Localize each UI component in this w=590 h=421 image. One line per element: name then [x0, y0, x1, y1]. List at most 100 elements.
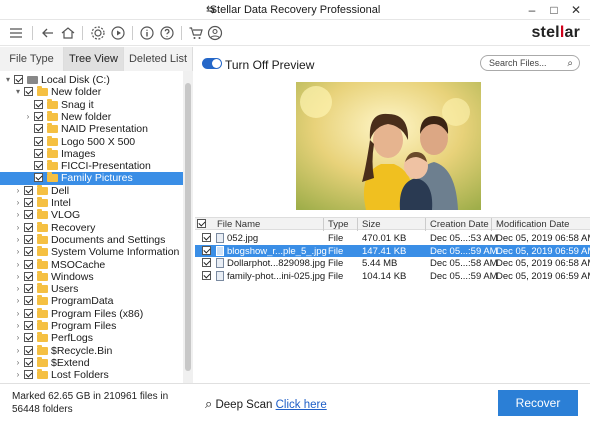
- info-icon[interactable]: [139, 25, 155, 41]
- expand-arrow-icon[interactable]: ›: [14, 332, 22, 344]
- tab-tree-view[interactable]: Tree View: [64, 47, 124, 71]
- tree-item[interactable]: Images: [0, 147, 183, 160]
- tree-item[interactable]: › New folder: [0, 110, 183, 123]
- expand-arrow-icon[interactable]: ›: [14, 308, 22, 320]
- home-icon[interactable]: [60, 25, 76, 41]
- minimize-button[interactable]: –: [522, 2, 542, 18]
- expand-arrow-icon[interactable]: ›: [14, 222, 22, 234]
- recover-button[interactable]: Recover: [498, 390, 578, 416]
- collapse-arrow-icon[interactable]: ▾: [4, 74, 12, 86]
- expand-arrow-icon[interactable]: ›: [14, 185, 22, 197]
- tree-item-checkbox[interactable]: [24, 198, 33, 207]
- file-row[interactable]: family-phot...ini-025.jpg File 104.14 KB De…: [195, 270, 590, 282]
- tree-scrollbar-thumb[interactable]: [185, 83, 191, 371]
- expand-arrow-icon[interactable]: ›: [14, 345, 22, 357]
- tree-item-checkbox[interactable]: [14, 75, 23, 84]
- settings-icon[interactable]: [90, 25, 106, 41]
- tree-item-checkbox[interactable]: [34, 136, 43, 146]
- tree-item[interactable]: › Windows: [0, 270, 183, 283]
- column-size[interactable]: Size: [362, 219, 380, 230]
- tree-item-checkbox[interactable]: [24, 210, 33, 220]
- tree-scrollbar[interactable]: [183, 71, 193, 383]
- tree-item-checkbox[interactable]: [24, 296, 33, 306]
- tree-item-checkbox[interactable]: [24, 87, 33, 97]
- file-row[interactable]: 052.jpg File 470.01 KB Dec 05...:53 AM Dec 0…: [195, 232, 590, 244]
- column-file-name[interactable]: File Name: [217, 219, 260, 230]
- tree-item[interactable]: › Dell: [0, 184, 183, 197]
- tree-item[interactable]: Logo 500 X 500: [0, 135, 183, 148]
- deep-scan-link[interactable]: Click here: [276, 399, 327, 411]
- menu-icon[interactable]: [8, 25, 24, 41]
- tree-item[interactable]: Family Pictures: [0, 172, 183, 186]
- expand-arrow-icon[interactable]: ›: [24, 111, 32, 123]
- help-icon[interactable]: [159, 25, 175, 41]
- file-row[interactable]: Dollarphot...829098.jpg File 5.44 MB Dec 05…: [195, 257, 590, 269]
- expand-arrow-icon[interactable]: ›: [14, 197, 22, 209]
- tree-item[interactable]: › VLOG: [0, 209, 183, 221]
- tree-item[interactable]: › $Extend: [0, 356, 183, 369]
- tree-item[interactable]: › Program Files: [0, 320, 183, 332]
- tree-item-checkbox[interactable]: [34, 148, 43, 158]
- tree-item[interactable]: › Users: [0, 283, 183, 295]
- tree-item[interactable]: › Recovery: [0, 221, 183, 234]
- tree-item[interactable]: ▾ New folder: [0, 86, 183, 98]
- tree-item-checkbox[interactable]: [24, 284, 33, 294]
- tree-item[interactable]: › PerfLogs: [0, 332, 183, 344]
- tree-item-checkbox[interactable]: [34, 99, 43, 109]
- tree-item-checkbox[interactable]: [24, 308, 33, 318]
- expand-arrow-icon[interactable]: ›: [14, 271, 22, 283]
- tree-item[interactable]: NAID Presentation: [0, 123, 183, 135]
- expand-arrow-icon[interactable]: ›: [14, 295, 22, 307]
- tree-item[interactable]: FICCI-Presentation: [0, 160, 183, 172]
- maximize-button[interactable]: □: [544, 2, 564, 18]
- tree-item-checkbox[interactable]: [24, 333, 33, 343]
- tree-item[interactable]: › ProgramData: [0, 295, 183, 307]
- file-row[interactable]: blogshow_r...ple_5_.jpg File 147.41 KB Dec …: [195, 244, 590, 257]
- tree-item[interactable]: › Documents and Settings: [0, 233, 183, 246]
- tree-item-checkbox[interactable]: [24, 345, 33, 355]
- file-row-checkbox[interactable]: [202, 270, 211, 280]
- expand-arrow-icon[interactable]: ›: [14, 320, 22, 332]
- tree-item[interactable]: › Lost Folders: [0, 369, 183, 381]
- expand-arrow-icon[interactable]: ›: [14, 283, 22, 295]
- tree-item-checkbox[interactable]: [34, 111, 43, 121]
- tree-item-checkbox[interactable]: [24, 321, 33, 330]
- tree-item[interactable]: › Program Files (x86): [0, 307, 183, 320]
- tree-item-checkbox[interactable]: [24, 247, 33, 257]
- video-icon[interactable]: [110, 25, 126, 41]
- tree-item-checkbox[interactable]: [34, 161, 43, 171]
- search-icon[interactable]: ⌕: [567, 58, 573, 69]
- tree-item-checkbox[interactable]: [24, 259, 33, 269]
- tree-item-checkbox[interactable]: [24, 234, 33, 244]
- tree-item[interactable]: › MSOCache: [0, 258, 183, 271]
- expand-arrow-icon[interactable]: ›: [14, 369, 22, 381]
- tree-item-checkbox[interactable]: [24, 222, 33, 232]
- search-files-input[interactable]: Search Files... ⌕: [480, 55, 580, 71]
- file-row-checkbox[interactable]: [202, 245, 211, 255]
- file-row-checkbox[interactable]: [202, 233, 211, 242]
- close-button[interactable]: ✕: [566, 2, 586, 18]
- expand-arrow-icon[interactable]: ›: [14, 209, 22, 221]
- tree-item-checkbox[interactable]: [34, 124, 43, 134]
- expand-arrow-icon[interactable]: ›: [14, 357, 22, 369]
- column-creation-date[interactable]: Creation Date: [430, 219, 489, 230]
- column-modification-date[interactable]: Modification Date: [496, 219, 569, 230]
- tree-item[interactable]: Snag it: [0, 98, 183, 111]
- expand-arrow-icon[interactable]: ›: [14, 259, 22, 271]
- cart-icon[interactable]: [188, 25, 204, 41]
- column-type[interactable]: Type: [328, 219, 349, 230]
- tree-item-checkbox[interactable]: [24, 370, 33, 380]
- tree-item-checkbox[interactable]: [24, 357, 33, 367]
- tab-file-type[interactable]: File Type: [0, 47, 64, 71]
- file-row-checkbox[interactable]: [202, 258, 211, 267]
- account-icon[interactable]: [207, 25, 223, 41]
- select-all-checkbox[interactable]: [197, 219, 206, 228]
- collapse-arrow-icon[interactable]: ▾: [14, 86, 22, 98]
- expand-arrow-icon[interactable]: ›: [14, 234, 22, 246]
- tree-item-checkbox[interactable]: [34, 173, 43, 183]
- tree-item-checkbox[interactable]: [24, 271, 33, 281]
- back-icon[interactable]: [40, 25, 56, 41]
- tab-deleted-list[interactable]: Deleted List: [124, 47, 193, 71]
- expand-arrow-icon[interactable]: ›: [14, 246, 22, 258]
- tree-item[interactable]: › $Recycle.Bin: [0, 344, 183, 357]
